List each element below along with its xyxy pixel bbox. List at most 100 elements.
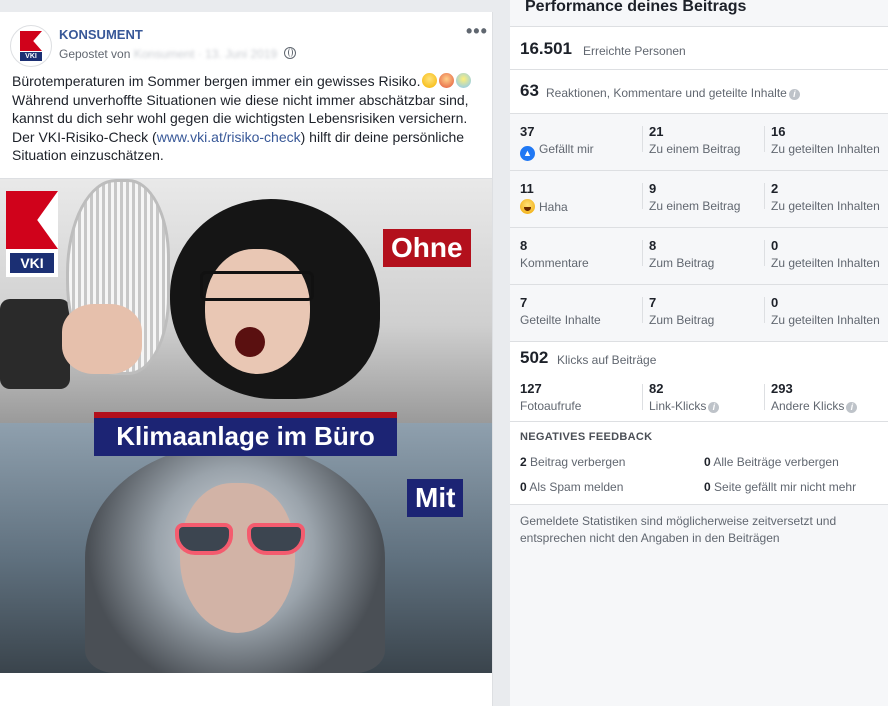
page-avatar[interactable]: VKI	[10, 25, 52, 67]
shares-post-count: 7	[649, 295, 657, 310]
divider	[764, 240, 765, 266]
glasses	[200, 271, 314, 301]
divider	[642, 126, 643, 152]
hand	[62, 304, 142, 374]
facebook-post: VKI KONSUMENT Gepostet von Konsument · 1…	[0, 12, 493, 706]
negative-feedback-title: NEGATIVES FEEDBACK	[520, 431, 653, 443]
info-icon[interactable]: i	[846, 402, 858, 413]
other-clicks-count: 293	[771, 381, 793, 396]
cell-shares-shared: 0 Zu geteilten Inhalten	[771, 295, 880, 327]
vki-k-shape	[6, 191, 58, 249]
reach-value: 16.501	[520, 39, 572, 58]
cell-haha: 11 Haha	[520, 181, 568, 214]
engagement-value: 63	[520, 81, 539, 100]
neg-hide-post: 2 Beitrag verbergen	[520, 455, 625, 469]
cell-haha-shared: 2 Zu geteilten Inhalten	[771, 181, 880, 213]
left-lens	[175, 523, 233, 555]
posted-by-blurred: Konsument · 13. Juni 2019	[133, 47, 278, 61]
comments-count: 8	[520, 238, 528, 253]
likes-count: 37	[520, 124, 535, 139]
shares-row: 7 Geteilte Inhalte 7 Zum Beitrag 0 Zu getei…	[510, 285, 888, 342]
posted-by-line: Gepostet von Konsument · 13. Juni 2019	[59, 47, 296, 61]
neg-hide-post-count: 2	[520, 455, 527, 469]
divider	[764, 183, 765, 209]
comments-label: Kommentare	[520, 256, 589, 270]
reach-label: Erreichte Personen	[583, 44, 686, 58]
other-clicks-label-wrap: Andere Klicks i	[771, 399, 858, 413]
post-image[interactable]: VKI Ohne Mit Klimaanlage im Büro	[0, 178, 492, 673]
link-clicks-count: 82	[649, 381, 664, 396]
frozen-face	[180, 483, 295, 633]
likes-label: Gefällt mir	[539, 142, 594, 156]
more-options-icon[interactable]: •••	[466, 21, 488, 42]
woman-face	[205, 249, 310, 374]
image-bottom-panel	[0, 423, 492, 673]
shares-shared-label: Zu geteilten Inhalten	[771, 313, 880, 327]
vki-logo-text: VKI	[10, 253, 54, 273]
photo-views-count: 127	[520, 381, 542, 396]
avatar-vki-text: VKI	[20, 52, 42, 61]
statistics-disclaimer: Gemeldete Statistiken sind möglicherweis…	[520, 514, 837, 545]
haha-count: 11	[520, 181, 534, 196]
panel-title: Performance deines Beitrags	[525, 0, 747, 15]
clicks-value: 502	[520, 348, 549, 367]
engagement-label: Reaktionen, Kommentare und geteilte Inha…	[546, 86, 800, 100]
reach-box: 16.501 Erreichte Personen	[510, 26, 888, 70]
negative-feedback-box: NEGATIVES FEEDBACK 2 Beitrag verbergen 0…	[510, 422, 888, 505]
cold-face-emoji-icon	[456, 73, 472, 88]
other-clicks-label: Andere Klicks	[771, 399, 845, 413]
cell-comments-post: 8 Zum Beitrag	[649, 238, 714, 270]
comments-shared-label: Zu geteilten Inhalten	[771, 256, 880, 270]
neg-unlike-count: 0	[704, 480, 711, 494]
neg-hide-all-count: 0	[704, 455, 711, 469]
haha-post-count: 9	[649, 181, 657, 196]
haha-shared-count: 2	[771, 181, 779, 196]
engagement-label-text: Reaktionen, Kommentare und geteilte Inha…	[546, 86, 787, 100]
haha-icon	[520, 199, 535, 214]
shares-shared-count: 0	[771, 295, 779, 310]
shares-post-label: Zum Beitrag	[649, 313, 715, 327]
likes-row: 37 ▲ Gefällt mir 21 Zu einem Beitrag 16 Zu g…	[510, 114, 888, 171]
open-mouth	[235, 327, 265, 357]
photo-views-label: Fotoaufrufe	[520, 399, 582, 413]
likes-post-label: Zu einem Beitrag	[649, 142, 741, 156]
info-icon[interactable]: i	[708, 402, 720, 413]
neg-hide-all: 0 Alle Beiträge verbergen	[704, 455, 839, 469]
neg-unlike-label: Seite gefällt mir nicht mehr	[714, 480, 857, 494]
comments-post-count: 8	[649, 238, 657, 253]
divider	[764, 126, 765, 152]
cell-haha-post: 9 Zu einem Beitrag	[649, 181, 740, 213]
posted-by-label: Gepostet von	[59, 47, 131, 61]
post-text-line2: Während unverhoffte Situationen wie dies…	[12, 91, 469, 127]
neg-spam: 0 Als Spam melden	[520, 480, 623, 494]
likes-shared-label: Zu geteilten Inhalten	[771, 142, 880, 156]
like-icon: ▲	[520, 146, 535, 161]
comments-row: 8 Kommentare 8 Zum Beitrag 0 Zu geteilten I…	[510, 228, 888, 285]
link-clicks-label-wrap: Link-Klicks i	[649, 399, 720, 413]
cell-link-clicks: 82 Link-Klicks i	[649, 381, 720, 413]
info-icon[interactable]: i	[788, 89, 800, 100]
right-lens	[247, 523, 305, 555]
haha-row: 11 Haha 9 Zu einem Beitrag 2 Zu geteilten I…	[510, 171, 888, 228]
sunglasses	[175, 523, 310, 557]
page-name-link[interactable]: KONSUMENT	[59, 27, 143, 42]
cell-shares-post: 7 Zum Beitrag	[649, 295, 714, 327]
image-top-panel: VKI Ohne	[0, 179, 492, 423]
post-text: Bürotemperaturen im Sommer bergen immer …	[12, 72, 482, 165]
likes-post-count: 21	[649, 124, 664, 139]
divider	[642, 297, 643, 323]
banner-klimaanlage: Klimaanlage im Büro	[94, 412, 397, 456]
haha-post-label: Zu einem Beitrag	[649, 199, 741, 213]
cell-photo-views: 127 Fotoaufrufe	[520, 381, 581, 413]
neg-spam-label: Als Spam melden	[529, 480, 624, 494]
comments-post-label: Zum Beitrag	[649, 256, 715, 270]
sun-face-emoji-icon	[422, 73, 438, 88]
link-clicks-label: Link-Klicks	[649, 399, 707, 413]
clicks-label: Klicks auf Beiträge	[557, 353, 657, 367]
divider	[642, 384, 643, 410]
cell-likes-shared: 16 Zu geteilten Inhalten	[771, 124, 880, 156]
risk-check-link[interactable]: www.vki.at/risiko-check	[157, 129, 301, 145]
divider	[764, 384, 765, 410]
haha-label: Haha	[539, 200, 568, 214]
likes-shared-count: 16	[771, 124, 786, 139]
